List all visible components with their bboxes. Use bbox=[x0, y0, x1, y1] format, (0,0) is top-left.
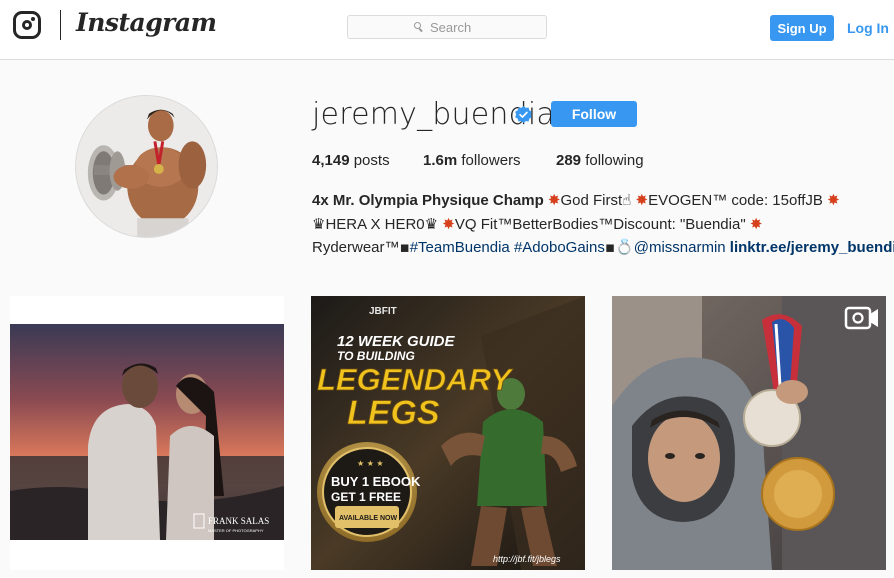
hashtag-link[interactable]: #TeamBuendia bbox=[410, 239, 510, 256]
collision-emoji-icon: ✸ bbox=[547, 191, 561, 209]
post-thumbnail[interactable]: FRANK SALAS MASTER OF PHOTOGRAPHY bbox=[10, 296, 284, 570]
post-thumbnail[interactable] bbox=[612, 296, 886, 570]
mention-link[interactable]: @missnarmin bbox=[634, 239, 726, 256]
badge-text-3: AVAILABLE NOW bbox=[339, 515, 397, 522]
bio-external-link[interactable]: linktr.ee/jeremy_buendia bbox=[730, 239, 894, 256]
post-title-2: LEGS bbox=[347, 394, 440, 432]
top-nav: Instagram Sign Up Log In bbox=[0, 0, 894, 60]
badge-text-2: GET 1 FREE bbox=[331, 490, 401, 504]
nav-divider bbox=[60, 10, 61, 40]
post-headline-1: 12 WEEK GUIDE bbox=[337, 333, 456, 350]
follow-button[interactable]: Follow bbox=[551, 101, 637, 127]
log-in-link[interactable]: Log In bbox=[847, 20, 889, 36]
hashtag-link[interactable]: #AdoboGains bbox=[514, 239, 605, 256]
bio-name: 4x Mr. Olympia Physique Champ bbox=[312, 192, 544, 209]
following-count-value: 289 bbox=[556, 152, 582, 169]
bio-text: God First bbox=[560, 192, 623, 209]
ring-emoji-icon: 💍 bbox=[615, 238, 634, 256]
bio-text: EVOGEN™ code: 15offJB bbox=[648, 192, 823, 209]
post-thumbnail[interactable]: JBFIT 12 WEEK GUIDE TO BUILDING LEGENDAR… bbox=[311, 296, 585, 570]
profile-avatar bbox=[75, 95, 218, 238]
collision-emoji-icon: ✸ bbox=[442, 214, 455, 233]
badge-text-1: BUY 1 EBOOK bbox=[331, 474, 421, 489]
collision-emoji-icon: ✸ bbox=[635, 191, 649, 209]
crown-emoji-icon: ♛ bbox=[424, 214, 439, 233]
search-icon bbox=[414, 22, 424, 32]
bio-line-1: 4x Mr. Olympia Physique Champ ✸God First… bbox=[312, 189, 882, 213]
instagram-camera-icon[interactable] bbox=[13, 11, 41, 39]
photographer-watermark-sub: MASTER OF PHOTOGRAPHY bbox=[208, 528, 264, 533]
bio-text: VQ Fit™BetterBodies™Discount: "Buendia" bbox=[454, 215, 746, 233]
camera-lens-icon bbox=[22, 20, 32, 30]
search-input[interactable] bbox=[430, 19, 480, 35]
following-count[interactable]: 289 following bbox=[556, 152, 644, 169]
instagram-wordmark[interactable]: Instagram bbox=[76, 8, 217, 37]
bullet-emoji-icon: ▪ bbox=[399, 238, 410, 256]
bio-line-2: ♛HERA X HER0♛ ✸VQ Fit™BetterBodies™Disco… bbox=[312, 213, 882, 237]
posts-count-label: posts bbox=[353, 152, 390, 169]
camera-flash-icon bbox=[31, 17, 35, 21]
collision-emoji-icon: ✸ bbox=[749, 214, 763, 233]
posts-count-value: 4,149 bbox=[312, 152, 350, 169]
bullet-emoji-icon: ▪ bbox=[604, 238, 616, 256]
bio-text: Ryderwear™ bbox=[312, 239, 400, 256]
post-title-1: LEGENDARY bbox=[317, 362, 514, 397]
svg-text:★ ★ ★: ★ ★ ★ bbox=[357, 459, 384, 468]
following-count-label: following bbox=[585, 152, 644, 169]
sign-up-button[interactable]: Sign Up bbox=[770, 15, 834, 41]
bio-text: HERA X HER0 bbox=[325, 215, 425, 233]
verified-badge-icon bbox=[515, 106, 532, 123]
followers-count-value: 1.6m bbox=[423, 152, 458, 169]
search-box[interactable] bbox=[347, 15, 547, 39]
followers-count-label: followers bbox=[461, 152, 521, 169]
post-headline-2: TO BUILDING bbox=[337, 349, 415, 363]
pointing-finger-emoji-icon: ☝ bbox=[622, 191, 632, 209]
crown-emoji-icon: ♛ bbox=[312, 214, 326, 233]
photographer-watermark: FRANK SALAS bbox=[208, 516, 269, 526]
posts-count: 4,149 posts bbox=[312, 152, 390, 169]
profile-bio: 4x Mr. Olympia Physique Champ ✸God First… bbox=[312, 189, 894, 260]
post-url: http://jbf.fit/jblegs bbox=[493, 554, 561, 564]
brand-logo: JBFIT bbox=[369, 306, 397, 317]
followers-count[interactable]: 1.6m followers bbox=[423, 152, 521, 169]
bio-line-3: Ryderwear™▪#TeamBuendia #AdoboGains▪💍@mi… bbox=[312, 236, 894, 260]
collision-emoji-icon: ✸ bbox=[827, 191, 840, 209]
